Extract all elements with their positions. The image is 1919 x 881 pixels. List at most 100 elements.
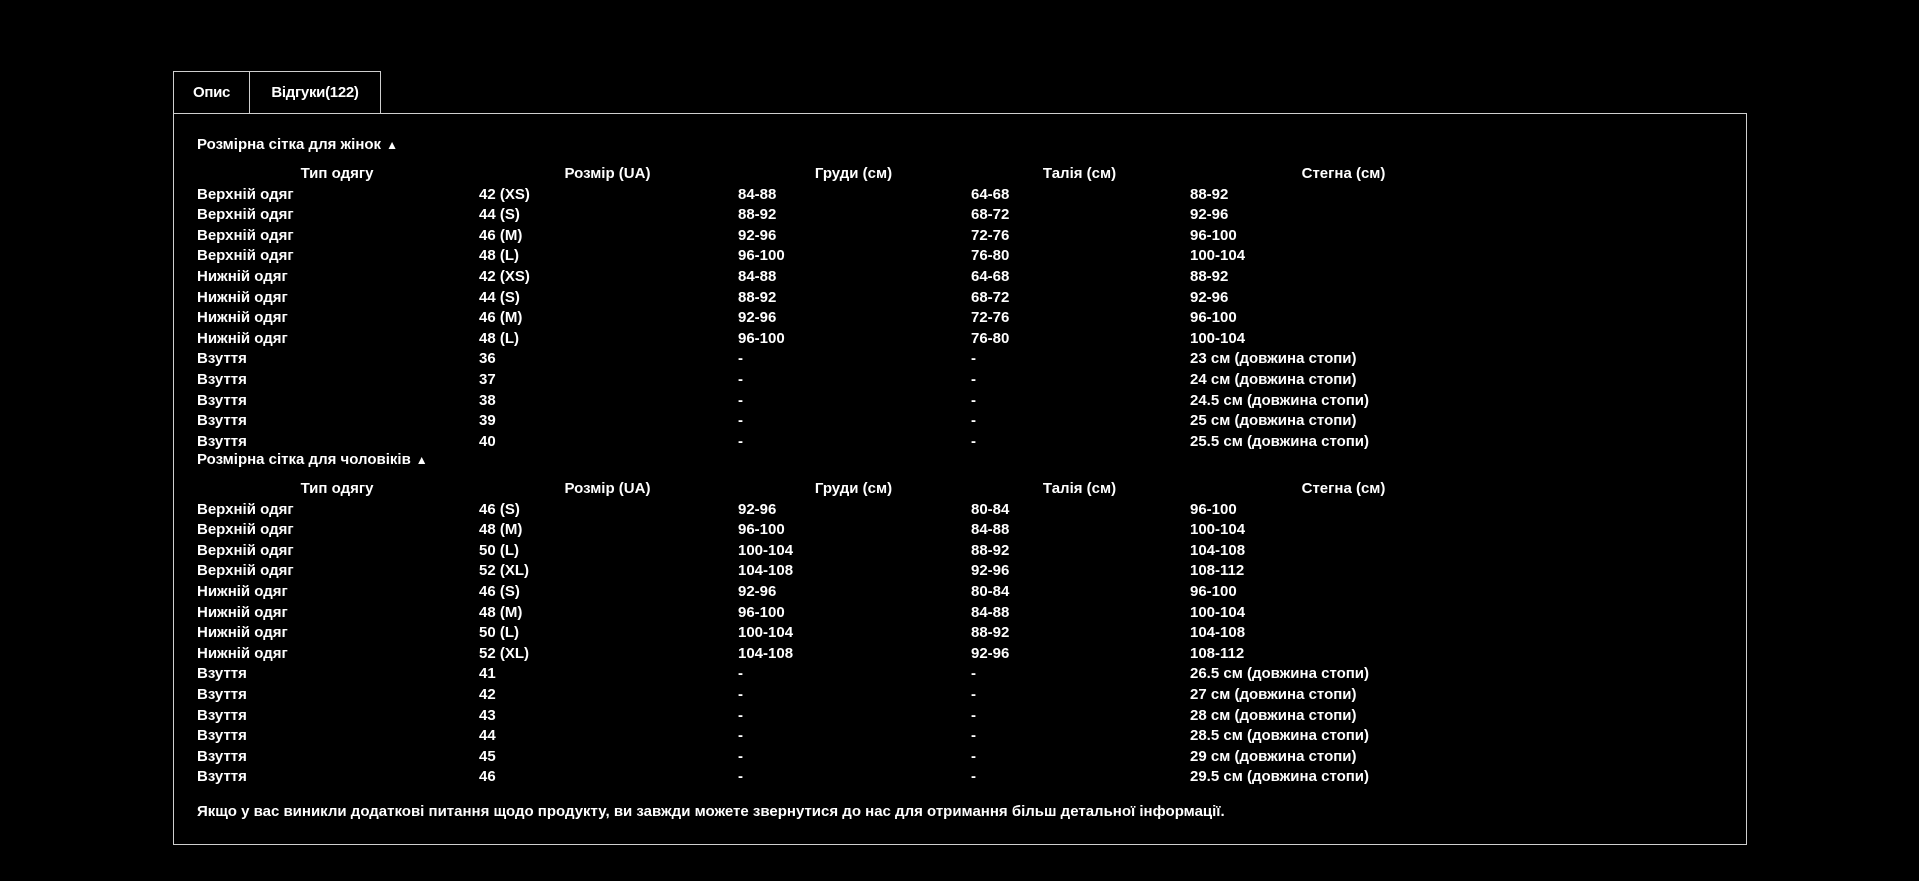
cell-clothing-type: Верхній одяг xyxy=(197,185,294,203)
cell-size-ua: 42 (XS) xyxy=(479,267,530,285)
cell-chest: - xyxy=(738,706,743,724)
header-clothing-type: Тип одягу xyxy=(300,165,374,182)
header-clothing-type: Тип одягу xyxy=(300,480,374,497)
cell-waist: 84-88 xyxy=(971,521,1010,539)
cell-waist: - xyxy=(971,706,976,724)
collapse-arrow-icon: ▲ xyxy=(386,138,398,152)
table-row: Нижній одяг 48 (L) 96-100 76-80 100-104 xyxy=(196,329,1498,350)
cell-hips: 28 см (довжина стопи) xyxy=(1190,706,1357,724)
cell-size-ua: 44 (S) xyxy=(479,206,520,224)
women-size-chart-title: Розмірна сітка для жінок xyxy=(197,136,382,153)
cell-clothing-type: Взуття xyxy=(197,391,247,409)
cell-size-ua: 50 (L) xyxy=(479,541,520,559)
cell-hips: 88-92 xyxy=(1190,267,1229,285)
table-row: Взуття 38 - - 24.5 см (довжина стопи) xyxy=(196,391,1498,412)
table-row: Взуття 36 - - 23 см (довжина стопи) xyxy=(196,349,1498,370)
cell-size-ua: 46 (S) xyxy=(479,500,520,518)
cell-size-ua: 46 (M) xyxy=(479,309,523,327)
cell-size-ua: 48 (M) xyxy=(479,521,523,539)
cell-size-ua: 39 xyxy=(479,412,496,430)
cell-size-ua: 50 (L) xyxy=(479,624,520,642)
table-row: Верхній одяг 52 (XL) 104-108 92-96 108-112 xyxy=(196,561,1498,582)
cell-hips: 96-100 xyxy=(1190,226,1237,244)
cell-hips: 100-104 xyxy=(1190,603,1246,621)
cell-size-ua: 42 xyxy=(479,685,496,703)
cell-waist: 76-80 xyxy=(971,329,1010,347)
cell-hips: 92-96 xyxy=(1190,288,1229,306)
header-waist: Талія (см) xyxy=(1042,480,1117,497)
cell-waist: 72-76 xyxy=(971,309,1010,327)
cell-chest: - xyxy=(738,432,743,450)
table-row: Взуття 42 - - 27 см (довжина стопи) xyxy=(196,685,1498,706)
cell-chest: 104-108 xyxy=(738,562,794,580)
cell-clothing-type: Нижній одяг xyxy=(197,582,288,600)
cell-chest: 92-96 xyxy=(738,582,777,600)
cell-size-ua: 43 xyxy=(479,706,496,724)
table-row: Нижній одяг 46 (M) 92-96 72-76 96-100 xyxy=(196,308,1498,329)
cell-waist: 80-84 xyxy=(971,500,1010,518)
tab-reviews[interactable]: Відгуки(122) xyxy=(250,71,381,113)
cell-hips: 24.5 см (довжина стопи) xyxy=(1190,391,1370,409)
cell-clothing-type: Взуття xyxy=(197,747,247,765)
cell-waist: 64-68 xyxy=(971,185,1010,203)
cell-hips: 100-104 xyxy=(1190,329,1246,347)
table-row: Нижній одяг 52 (XL) 104-108 92-96 108-112 xyxy=(196,644,1498,665)
cell-hips: 100-104 xyxy=(1190,521,1246,539)
collapse-arrow-icon: ▲ xyxy=(415,453,428,467)
cell-chest: 96-100 xyxy=(738,521,785,539)
table-row: Взуття 41 - - 26.5 см (довжина стопи) xyxy=(196,664,1498,685)
table-row: Верхній одяг 46 (S) 92-96 80-84 96-100 xyxy=(196,500,1498,521)
cell-hips: 29 см (довжина стопи) xyxy=(1190,747,1357,765)
cell-hips: 108-112 xyxy=(1190,562,1245,580)
cell-hips: 28.5 см (довжина стопи) xyxy=(1190,727,1370,745)
cell-size-ua: 46 xyxy=(479,768,496,786)
men-size-table: Тип одягу Розмір (UA) Груди (см) Талія (… xyxy=(196,479,1498,788)
table-row: Взуття 39 - - 25 см (довжина стопи) xyxy=(196,411,1498,432)
cell-clothing-type: Взуття xyxy=(197,685,247,703)
cell-waist: 68-72 xyxy=(971,206,1010,224)
cell-clothing-type: Взуття xyxy=(197,432,247,450)
cell-waist: - xyxy=(971,370,976,388)
table-row: Верхній одяг 48 (L) 96-100 76-80 100-104 xyxy=(196,246,1498,267)
women-size-table: Тип одягу Розмір (UA) Груди (см) Талія (… xyxy=(196,164,1498,452)
table-row: Взуття 37 - - 24 см (довжина стопи) xyxy=(196,370,1498,391)
cell-waist: - xyxy=(971,685,976,703)
cell-size-ua: 36 xyxy=(479,350,496,368)
footer-note: Якщо у вас виникли додаткові питання щод… xyxy=(197,803,1225,820)
cell-hips: 23 см (довжина стопи) xyxy=(1190,350,1357,368)
cell-chest: 92-96 xyxy=(738,309,777,327)
cell-waist: - xyxy=(971,350,976,368)
cell-hips: 100-104 xyxy=(1190,247,1246,265)
cell-hips: 104-108 xyxy=(1190,541,1246,559)
table-header: Тип одягу Розмір (UA) Груди (см) Талія (… xyxy=(196,164,1498,185)
cell-clothing-type: Верхній одяг xyxy=(197,562,294,580)
cell-clothing-type: Взуття xyxy=(197,370,247,388)
cell-hips: 104-108 xyxy=(1190,624,1246,642)
table-row: Взуття 44 - - 28.5 см (довжина стопи) xyxy=(196,726,1498,747)
cell-hips: 26.5 см (довжина стопи) xyxy=(1190,665,1370,683)
table-row: Верхній одяг 46 (M) 92-96 72-76 96-100 xyxy=(196,226,1498,247)
cell-waist: 92-96 xyxy=(971,644,1010,662)
cell-size-ua: 44 xyxy=(479,727,496,745)
table-row: Верхній одяг 50 (L) 100-104 88-92 104-108 xyxy=(196,541,1498,562)
table-row: Взуття 40 - - 25.5 см (довжина стопи) xyxy=(196,432,1498,453)
table-row: Верхній одяг 48 (M) 96-100 84-88 100-104 xyxy=(196,520,1498,541)
men-size-chart-toggle[interactable]: Розмірна сітка для чоловіків ▲ xyxy=(197,451,428,468)
cell-waist: - xyxy=(971,727,976,745)
cell-waist: - xyxy=(971,665,976,683)
cell-clothing-type: Нижній одяг xyxy=(197,288,288,306)
cell-waist: - xyxy=(971,432,976,450)
header-size-ua: Розмір (UA) xyxy=(564,165,651,182)
cell-chest: 96-100 xyxy=(738,603,785,621)
cell-chest: 88-92 xyxy=(738,206,777,224)
header-size-ua: Розмір (UA) xyxy=(564,480,651,497)
tab-description[interactable]: Опис xyxy=(173,71,250,113)
table-header: Тип одягу Розмір (UA) Груди (см) Талія (… xyxy=(196,479,1498,500)
cell-size-ua: 41 xyxy=(479,665,496,683)
cell-size-ua: 52 (XL) xyxy=(479,562,530,580)
cell-chest: 96-100 xyxy=(738,329,785,347)
cell-chest: - xyxy=(738,412,743,430)
women-size-chart-toggle[interactable]: Розмірна сітка для жінок ▲ xyxy=(197,136,398,153)
cell-chest: 84-88 xyxy=(738,267,777,285)
cell-clothing-type: Нижній одяг xyxy=(197,644,288,662)
